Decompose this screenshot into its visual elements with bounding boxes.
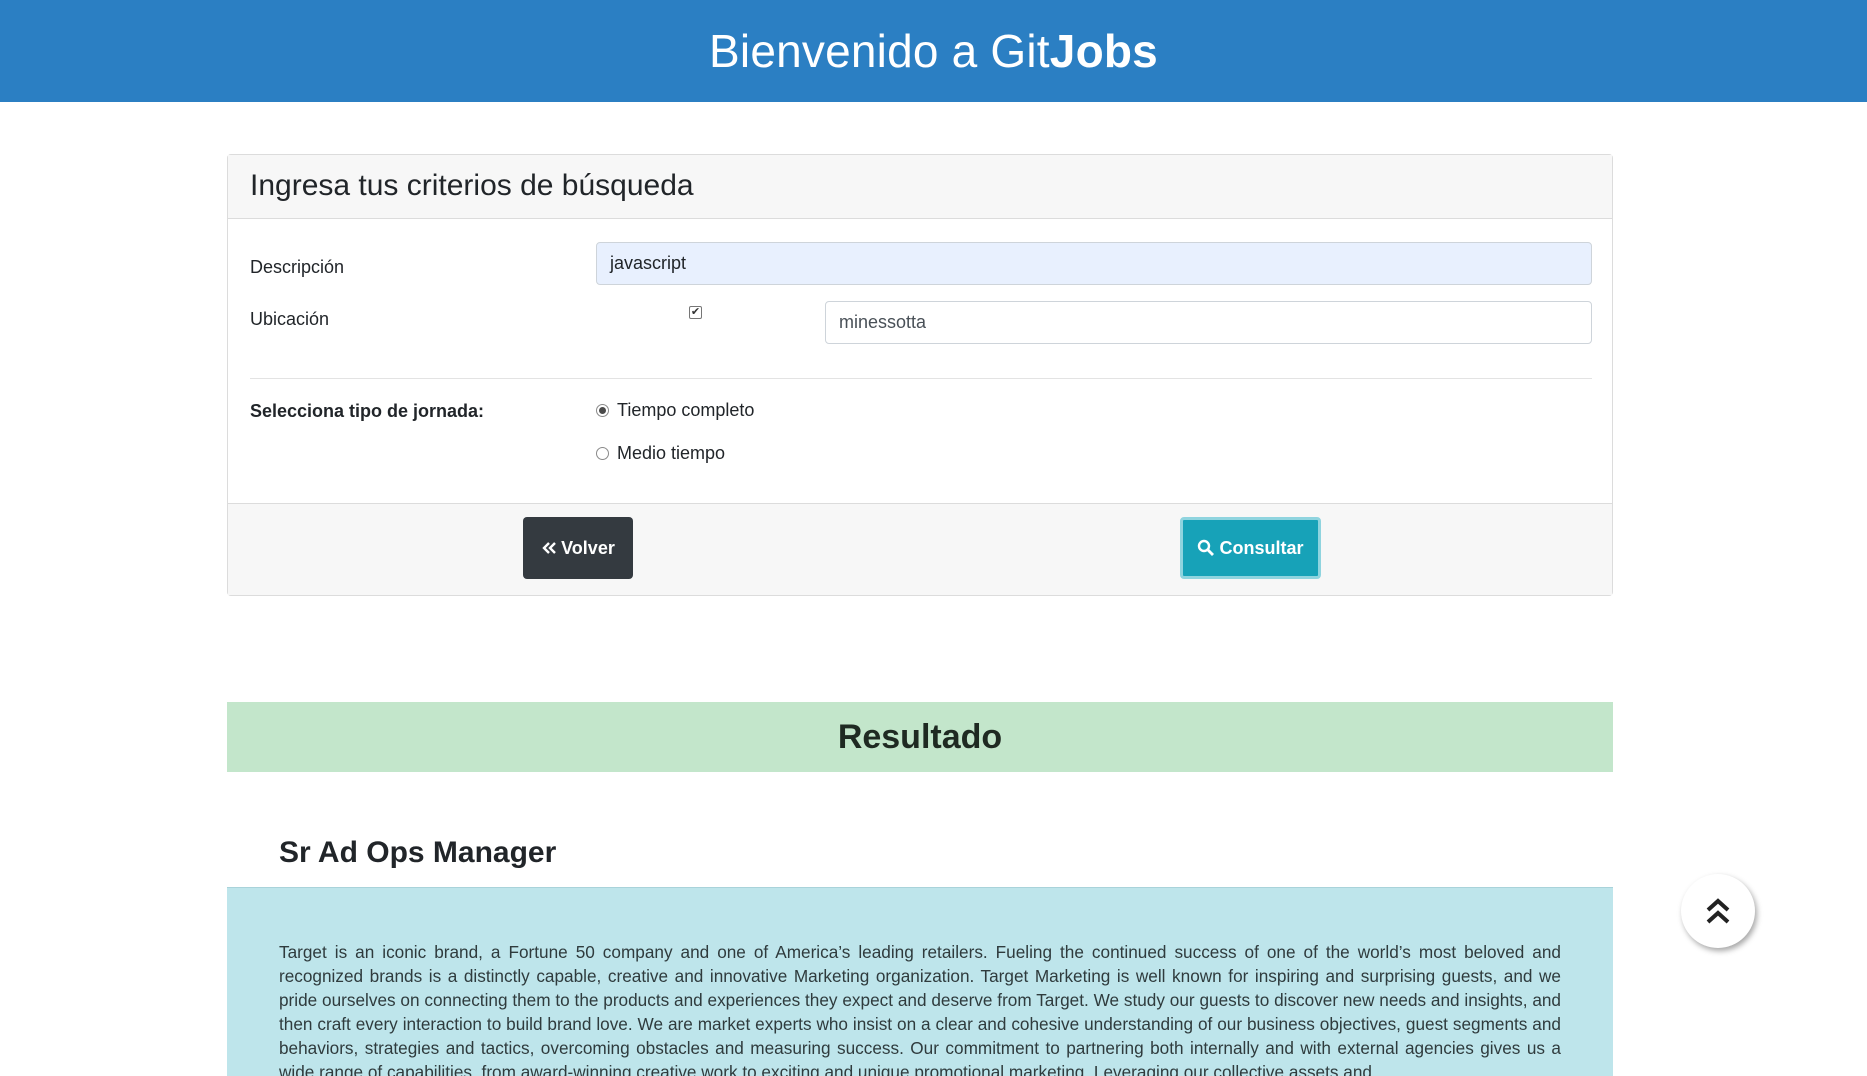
location-input[interactable]: minessotta [825,301,1592,344]
scroll-top-button[interactable] [1681,874,1755,948]
radio-indicator-selected[interactable] [596,404,609,417]
radio-label: Medio tiempo [617,443,726,463]
jornada-label: Selecciona tipo de jornada: [250,401,485,421]
title-bold: Jobs [1049,25,1158,77]
double-chevron-left-icon [542,542,556,554]
radio-medio-tiempo[interactable]: Medio tiempo [596,443,725,464]
radio-indicator[interactable] [596,447,609,460]
result-heading: Resultado [837,717,1003,756]
top-header: Bienvenido a GitJobs [0,0,1867,102]
location-checkbox[interactable]: ✔ [689,306,702,319]
double-chevron-up-icon [1706,898,1730,924]
page-title: Bienvenido a GitJobs [709,24,1158,78]
result-banner: Resultado [227,702,1613,772]
back-button-label: Volver [561,537,615,558]
back-button[interactable]: Volver [523,517,633,579]
radio-tiempo-completo[interactable]: Tiempo completo [596,400,754,421]
search-icon [1198,539,1215,556]
job-description: Target is an iconic brand, a Fortune 50 … [279,942,1561,1076]
search-card-title: Ingresa tus criterios de búsqueda [250,169,694,202]
title-prefix: Bienvenido a Git [709,25,1050,77]
form-divider [250,378,1592,379]
job-description-panel: Target is an iconic brand, a Fortune 50 … [227,887,1613,1076]
radio-label: Tiempo completo [617,400,755,420]
search-card-footer: Volver Consultar [228,503,1612,595]
description-label: Descripción [250,257,345,277]
job-title: Sr Ad Ops Manager [279,836,557,869]
description-input[interactable]: javascript [596,242,1592,285]
search-card: Ingresa tus criterios de búsqueda Descri… [227,154,1613,596]
location-label: Ubicación [250,309,330,329]
consultar-button-label: Consultar [1219,537,1304,558]
search-card-header: Ingresa tus criterios de búsqueda [228,155,1612,219]
consultar-button[interactable]: Consultar [1180,517,1321,579]
